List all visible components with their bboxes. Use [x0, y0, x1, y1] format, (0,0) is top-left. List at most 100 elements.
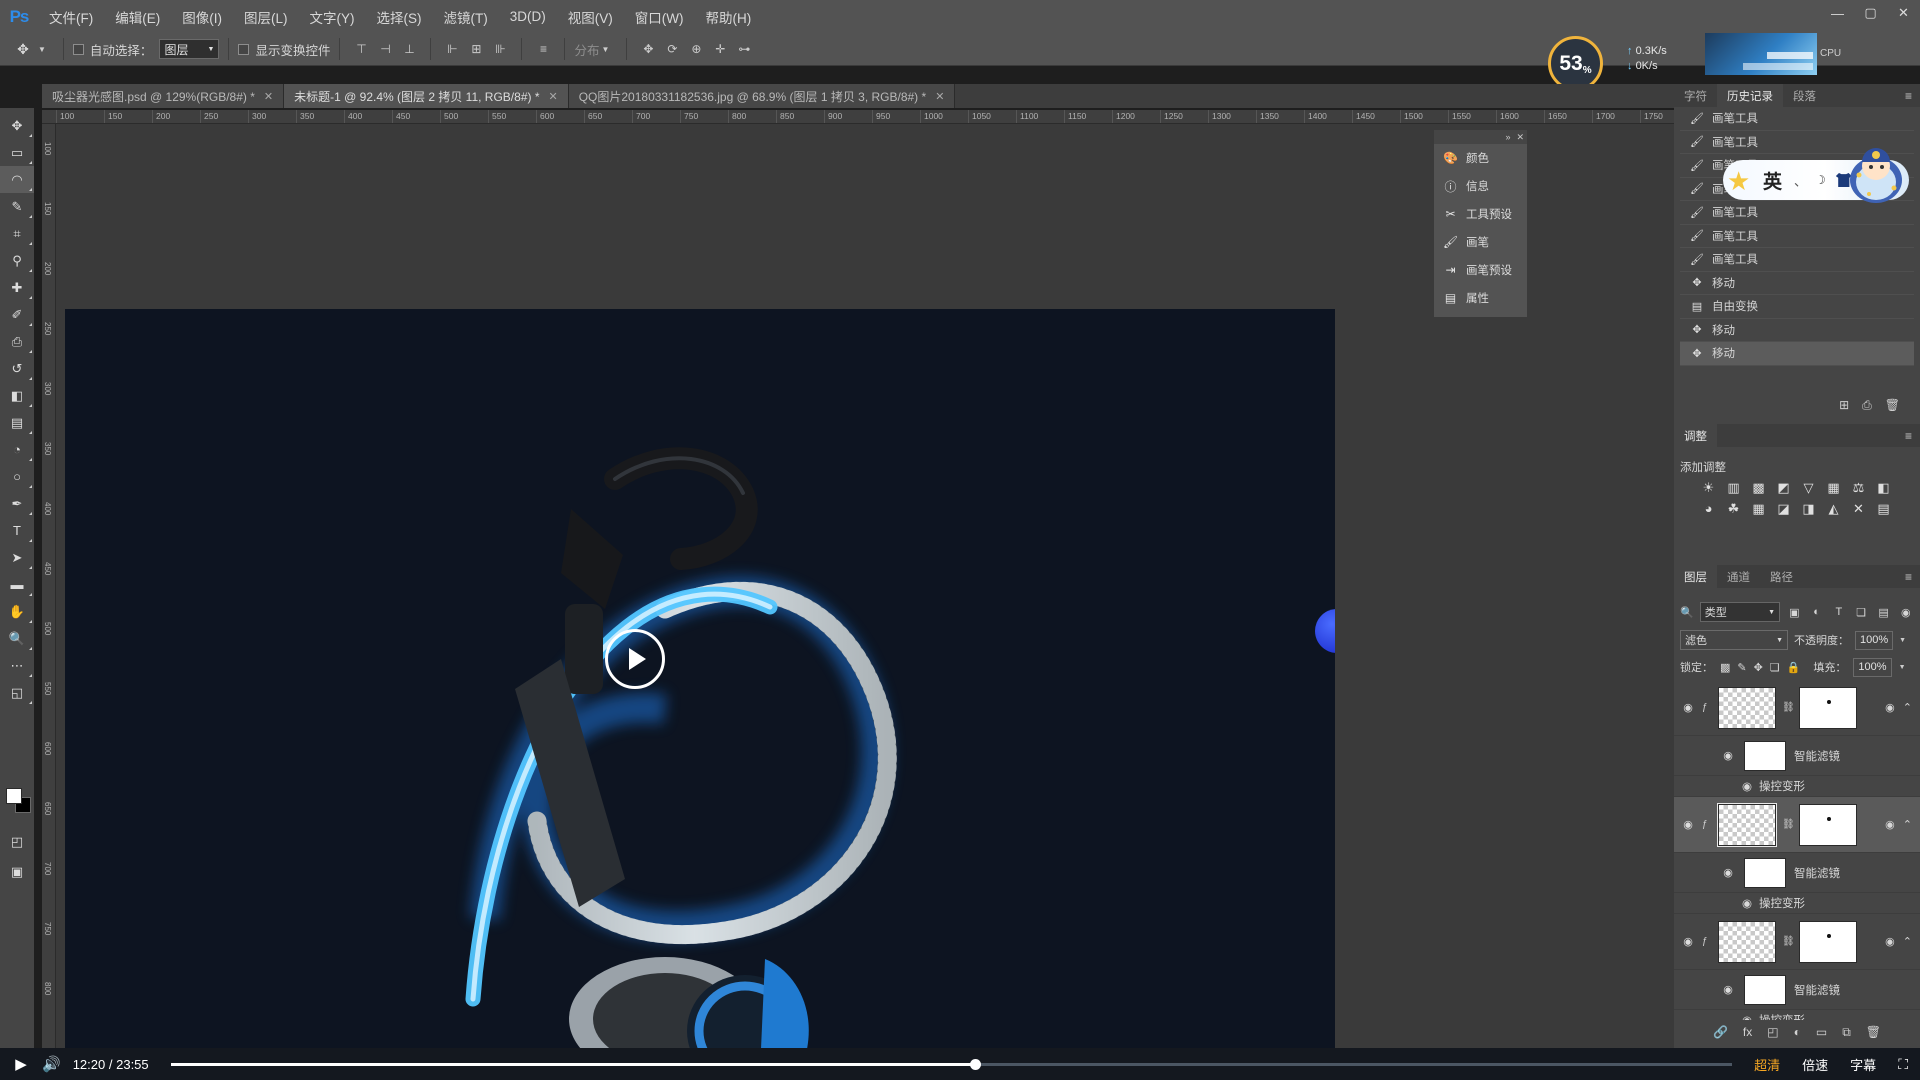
document-tab-3[interactable]: QQ图片20180331182536.jpg @ 68.9% (图层 1 拷贝 …: [568, 84, 956, 108]
lock-all-icon[interactable]: 🔒: [1787, 661, 1801, 674]
artboard[interactable]: ✥: [65, 309, 1335, 1048]
auto-select-scope-select[interactable]: 图层 ▼: [159, 39, 220, 59]
spot-healing-tool-icon[interactable]: ✚: [0, 274, 34, 301]
layer-mask-link-icon[interactable]: ⛓: [1782, 936, 1795, 947]
smart-filter-mask-thumbnail[interactable]: [1744, 857, 1786, 888]
popup-item-properties[interactable]: ▤ 属性: [1434, 284, 1527, 312]
maximize-button[interactable]: ▢: [1854, 0, 1887, 26]
video-play-overlay-button[interactable]: [605, 629, 665, 689]
more-tools-icon[interactable]: ⋯: [0, 652, 34, 679]
popup-item-brush-presets[interactable]: ⇥ 画笔预设: [1434, 256, 1527, 284]
screen-mode-button[interactable]: ▣: [0, 858, 34, 885]
layers-panel-menu-icon[interactable]: ≡: [1897, 565, 1920, 588]
history-panel-menu-icon[interactable]: ≡: [1897, 84, 1920, 107]
smart-filter-icon[interactable]: ◉: [1885, 935, 1895, 948]
three-d-mode-e-button[interactable]: ⊶: [732, 38, 756, 60]
posterize-icon[interactable]: ◨: [1800, 500, 1817, 517]
adjustments-panel-menu-icon[interactable]: ≡: [1897, 424, 1920, 447]
selective-color-icon[interactable]: ✕: [1850, 500, 1867, 517]
lock-artboard-icon[interactable]: ❏: [1770, 661, 1780, 674]
expand-chevron-icon[interactable]: ⌃: [1903, 701, 1912, 714]
auto-select-checkbox[interactable]: [72, 43, 84, 55]
menu-item-file[interactable]: 文件(F): [38, 0, 104, 33]
delete-layer-icon[interactable]: 🗑: [1866, 1025, 1881, 1039]
puppet-warp-row[interactable]: ◉ 操控变形: [1674, 776, 1920, 797]
lock-image-pixels-icon[interactable]: ✎: [1737, 661, 1746, 674]
history-item[interactable]: ✥ 移动: [1680, 272, 1914, 295]
document-tab-3-close-icon[interactable]: ✕: [935, 90, 944, 103]
smart-filter-mask-thumbnail[interactable]: [1744, 740, 1786, 771]
history-item[interactable]: 🖌 画笔工具: [1680, 201, 1914, 225]
align-right-edges-button[interactable]: ⊪: [488, 38, 512, 60]
expand-chevron-icon[interactable]: ⌃: [1903, 818, 1912, 831]
three-d-mode-d-button[interactable]: ✛: [708, 38, 732, 60]
document-tab-1[interactable]: 吸尘器光感图.psd @ 129%(RGB/8#) * ✕: [42, 84, 285, 108]
three-d-mode-c-button[interactable]: ⊕: [684, 38, 708, 60]
menu-item-window[interactable]: 窗口(W): [624, 0, 695, 33]
brush-tool-icon[interactable]: ✐: [0, 301, 34, 328]
history-item[interactable]: ▤ 自由变换: [1680, 295, 1914, 319]
align-left-edges-button[interactable]: ⊩: [440, 38, 464, 60]
volume-icon[interactable]: 🔊: [42, 1055, 61, 1073]
history-item[interactable]: ✥ 移动: [1680, 319, 1914, 342]
history-item[interactable]: 🖌 画笔工具: [1680, 107, 1914, 131]
menu-item-edit[interactable]: 编辑(E): [104, 0, 171, 33]
history-item[interactable]: 🖌 画笔工具: [1680, 248, 1914, 272]
puppet-warp-row[interactable]: ◉ 操控变形: [1674, 893, 1920, 914]
show-transform-controls-checkbox[interactable]: [238, 43, 250, 55]
ime-moon-icon[interactable]: ☽: [1815, 173, 1826, 187]
zoom-tool-icon[interactable]: 🔍: [0, 625, 34, 652]
rectangle-tool-icon[interactable]: ▬: [0, 571, 34, 598]
layer-mask-icon[interactable]: ◰: [1767, 1025, 1778, 1039]
new-group-icon[interactable]: ▭: [1816, 1025, 1827, 1039]
invert-icon[interactable]: ◪: [1775, 500, 1792, 517]
progress-knob[interactable]: [969, 1058, 981, 1070]
edit-toolbar-icon[interactable]: ◱: [0, 679, 34, 706]
tab-paths[interactable]: 路径: [1760, 565, 1803, 588]
expand-chevron-icon[interactable]: ⌃: [1903, 935, 1912, 948]
filter-toggle-icon[interactable]: ◉: [1898, 602, 1914, 622]
brightness-contrast-icon[interactable]: ☀: [1700, 479, 1717, 496]
layer-row[interactable]: ◉ ƒ ⛓ ◉ ⌃: [1674, 914, 1920, 970]
curves-icon[interactable]: ▩: [1750, 479, 1767, 496]
crop-tool-icon[interactable]: ⌗: [0, 220, 34, 247]
popup-item-tool-presets[interactable]: ✂ 工具预设: [1434, 200, 1527, 228]
minimize-button[interactable]: —: [1821, 0, 1854, 26]
tool-preset-chevron-icon[interactable]: ▼: [38, 45, 46, 54]
distribute-chevron-icon[interactable]: ▼: [601, 45, 609, 54]
popup-item-brush[interactable]: 🖌 画笔: [1434, 228, 1527, 256]
dodge-tool-icon[interactable]: ○: [0, 463, 34, 490]
filter-shape-icon[interactable]: ❏: [1853, 602, 1869, 622]
layer-visibility-icon[interactable]: ◉: [1680, 818, 1696, 831]
smart-filter-visibility-icon[interactable]: ◉: [1720, 866, 1736, 879]
move-tool-icon[interactable]: ✥: [10, 37, 36, 61]
filter-visibility-icon[interactable]: ◉: [1742, 779, 1752, 793]
adjustment-layer-icon[interactable]: ◐: [1794, 1025, 1801, 1039]
smart-filter-visibility-icon[interactable]: ◉: [1720, 983, 1736, 996]
canvas-area[interactable]: ✥: [56, 124, 1674, 1048]
layers-list[interactable]: ◉ ƒ ⛓ ◉ ⌃ ◉ 智能滤镜 ◉ 操控变形 ◉ ƒ ⛓ ◉ ⌃ ◉ 智能滤镜 ◉ 操控变形 ◉ ƒ ⛓ ◉ ⌃ ◉ 智能滤镜…: [1674, 680, 1920, 1048]
layer-filter-type-select[interactable]: 类型 ▼: [1699, 602, 1781, 622]
video-thumbnail-widget[interactable]: [1705, 33, 1817, 75]
layer-style-icon[interactable]: fx: [1743, 1025, 1752, 1039]
color-swatches[interactable]: [6, 788, 32, 814]
smart-filter-icon[interactable]: ◉: [1885, 818, 1895, 831]
filter-pixel-icon[interactable]: ▣: [1786, 602, 1802, 622]
vibrance-icon[interactable]: ▽: [1800, 479, 1817, 496]
align-bottom-edges-button[interactable]: ⊥: [397, 38, 421, 60]
history-brush-tool-icon[interactable]: ↺: [0, 355, 34, 382]
path-selection-tool-icon[interactable]: ➤: [0, 544, 34, 571]
opacity-chevron-icon[interactable]: ▼: [1899, 637, 1906, 644]
lock-position-icon[interactable]: ✥: [1754, 661, 1763, 674]
marquee-tool-icon[interactable]: ▭: [0, 139, 34, 166]
three-d-mode-a-button[interactable]: ✥: [636, 38, 660, 60]
popup-item-color[interactable]: 🎨 颜色: [1434, 144, 1527, 172]
document-tab-1-close-icon[interactable]: ✕: [264, 90, 273, 103]
color-lookup-icon[interactable]: ▦: [1750, 500, 1767, 517]
exposure-icon[interactable]: ◩: [1775, 479, 1792, 496]
channel-mixer-icon[interactable]: ☘: [1725, 500, 1742, 517]
tab-paragraph[interactable]: 段落: [1783, 84, 1826, 107]
layer-mask-link-icon[interactable]: ⛓: [1782, 819, 1795, 830]
tab-adjustments[interactable]: 调整: [1674, 424, 1717, 447]
hue-saturation-icon[interactable]: ▦: [1825, 479, 1842, 496]
